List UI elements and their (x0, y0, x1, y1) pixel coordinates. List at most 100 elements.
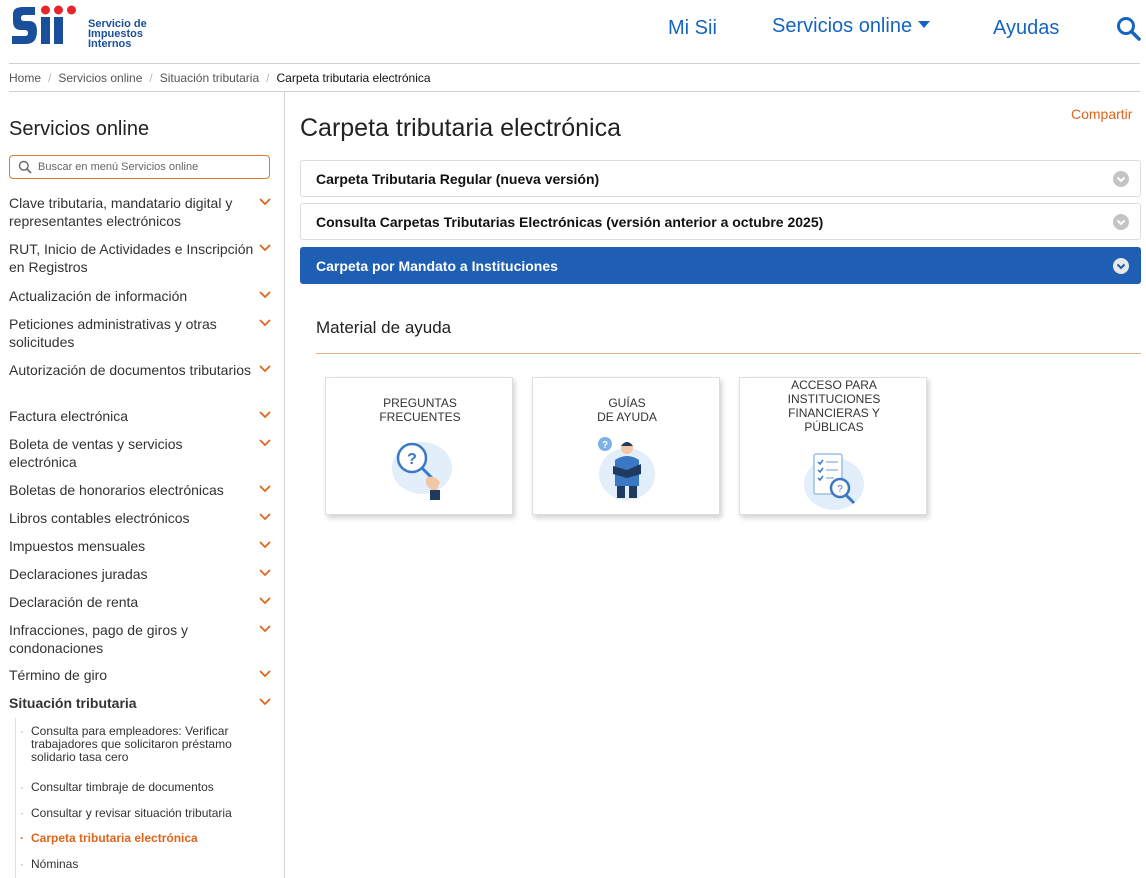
bullet-icon: · (20, 780, 24, 794)
sidebar: Servicios online Clave tributaria, manda… (0, 92, 285, 878)
chevron-down-icon (259, 670, 271, 678)
chevron-down-icon (259, 244, 271, 252)
sidebar-item-boleta-ventas[interactable]: Boleta de ventas y servicios electrónica (9, 435, 275, 471)
bullet-icon: · (20, 724, 24, 738)
subitem-consulta-empleadores[interactable]: · Consulta para empleadores: Verificar t… (20, 725, 265, 764)
nav-servicios-online-label: Servicios online (772, 15, 913, 37)
sidebar-item-label: Autorización de documentos tributarios (9, 362, 252, 378)
sidebar-item-label: Clave tributaria, mandatario digital y r… (9, 195, 233, 229)
sidebar-item-label: Declaración de renta (9, 594, 139, 610)
nav-servicios-online[interactable]: Servicios online (772, 15, 931, 38)
chevron-down-icon (259, 365, 271, 373)
sidebar-item-situacion-tributaria[interactable]: Situación tributaria (9, 694, 275, 712)
header-divider (9, 63, 1140, 64)
nav-mi-sii[interactable]: Mi Sii (668, 17, 717, 40)
sidebar-item-declaraciones-juradas[interactable]: Declaraciones juradas (9, 565, 275, 583)
subitem-consultar-situacion[interactable]: · Consultar y revisar situación tributar… (20, 807, 265, 820)
breadcrumb-situacion-tributaria[interactable]: Situación tributaria (160, 71, 259, 85)
subitem-label: Nóminas (31, 857, 79, 871)
bullet-icon: · (20, 831, 24, 845)
question-magnifier-icon: ? (392, 442, 452, 500)
card-label-line: DE AYUDA (597, 410, 657, 424)
sii-logo[interactable]: Servicio de Impuestos Internos (9, 4, 159, 52)
accordion-label: Carpeta por Mandato a Instituciones (316, 258, 558, 274)
chevron-down-icon (259, 513, 271, 521)
sidebar-item-label: RUT, Inicio de Actividades e Inscripción… (9, 241, 254, 275)
sidebar-item-label: Actualización de información (9, 288, 188, 304)
sidebar-item-declaracion-renta[interactable]: Declaración de renta (9, 593, 275, 611)
sidebar-item-label: Peticiones administrativas y otras solic… (9, 316, 217, 350)
sidebar-item-label: Impuestos mensuales (9, 538, 146, 554)
site-header: Servicio de Impuestos Internos Mi Sii Se… (0, 0, 1146, 62)
sidebar-item-rut-inicio[interactable]: RUT, Inicio de Actividades e Inscripción… (9, 240, 275, 276)
svg-text:?: ? (602, 440, 608, 451)
card-label-line: GUÍAS (608, 396, 646, 410)
sidebar-item-libros[interactable]: Libros contables electrónicos (9, 509, 275, 527)
sidebar-item-label: Situación tributaria (9, 695, 137, 711)
chevron-down-icon (259, 541, 271, 549)
chevron-down-icon (259, 698, 271, 706)
card-guias-ayuda[interactable]: GUÍAS DE AYUDA ? (532, 377, 720, 515)
sidebar-item-clave-tributaria[interactable]: Clave tributaria, mandatario digital y r… (9, 194, 275, 230)
subitem-label: Carpeta tributaria electrónica (31, 831, 198, 845)
chevron-down-icon (259, 485, 271, 493)
sidebar-item-impuestos-mensuales[interactable]: Impuestos mensuales (9, 537, 275, 555)
submenu-guide-line (15, 718, 16, 878)
search-icon (18, 160, 32, 174)
sidebar-item-label: Boletas de honorarios electrónicas (9, 482, 224, 498)
sidebar-item-peticiones[interactable]: Peticiones administrativas y otras solic… (9, 315, 275, 351)
nav-ayudas[interactable]: Ayudas (993, 17, 1059, 40)
breadcrumb-current: Carpeta tributaria electrónica (276, 71, 431, 85)
accordion-carpeta-mandato[interactable]: Carpeta por Mandato a Instituciones (300, 247, 1141, 284)
chevron-circle-down-icon (1113, 258, 1129, 274)
card-label: GUÍAS DE AYUDA (533, 396, 721, 424)
person-reading-icon: ? (598, 437, 655, 500)
card-label-line: PREGUNTAS (383, 396, 457, 410)
subitem-label: Consultar timbraje de documentos (31, 780, 214, 794)
breadcrumb-servicios-online[interactable]: Servicios online (58, 71, 142, 85)
sidebar-item-boletas-honorarios[interactable]: Boletas de honorarios electrónicas (9, 481, 275, 499)
chevron-down-icon (259, 597, 271, 605)
sidebar-item-label: Declaraciones juradas (9, 566, 148, 582)
logo-line-3: Internos (88, 38, 132, 50)
subitem-carpeta-tributaria[interactable]: · Carpeta tributaria electrónica (20, 832, 265, 845)
share-link[interactable]: Compartir (1071, 106, 1132, 122)
chevron-circle-down-icon (1113, 214, 1129, 230)
sidebar-item-autorizacion[interactable]: Autorización de documentos tributarios (9, 361, 275, 379)
chevron-down-icon (259, 291, 271, 299)
page-title: Carpeta tributaria electrónica (300, 114, 621, 142)
breadcrumb: Home / Servicios online / Situación tributar… (9, 71, 431, 85)
sidebar-item-infracciones[interactable]: Infracciones, pago de giros y condonacio… (9, 621, 275, 657)
search-button[interactable] (1115, 15, 1143, 43)
sidebar-item-factura[interactable]: Factura electrónica (9, 407, 275, 425)
accordion-label: Consulta Carpetas Tributarias Electrónic… (316, 214, 824, 230)
chevron-down-icon (259, 439, 271, 447)
sidebar-search-input[interactable] (38, 159, 263, 175)
card-preguntas-frecuentes[interactable]: PREGUNTAS FRECUENTES ? (325, 377, 513, 515)
sidebar-item-label: Término de giro (9, 667, 108, 683)
accordion-carpeta-regular[interactable]: Carpeta Tributaria Regular (nueva versió… (300, 160, 1141, 197)
subitem-consultar-timbraje[interactable]: · Consultar timbraje de documentos (20, 781, 265, 794)
chevron-down-icon (259, 625, 271, 633)
card-label-line: INSTITUCIONES (787, 392, 881, 406)
bullet-icon: · (20, 857, 24, 871)
card-label-line: FINANCIERAS Y (788, 406, 880, 420)
accordion-consulta-carpetas[interactable]: Consulta Carpetas Tributarias Electrónic… (300, 203, 1141, 240)
logo-text: Servicio de Impuestos Internos (88, 19, 147, 50)
svg-text:?: ? (407, 451, 417, 468)
subitem-nominas[interactable]: · Nóminas (20, 858, 265, 871)
sidebar-search[interactable] (9, 155, 270, 179)
subitem-label: Consulta para empleadores: Verificar tra… (31, 724, 232, 764)
breadcrumb-home[interactable]: Home (9, 71, 41, 85)
sidebar-item-actualizacion[interactable]: Actualización de información (9, 287, 275, 305)
sidebar-title: Servicios online (9, 118, 150, 140)
checklist-magnifier-icon: ? (804, 453, 864, 510)
sidebar-item-label: Libros contables electrónicos (9, 510, 190, 526)
card-label: ACCESO PARA INSTITUCIONES FINANCIERAS Y … (740, 378, 928, 434)
help-material-title: Material de ayuda (316, 318, 452, 337)
sidebar-item-label: Infracciones, pago de giros y condonacio… (9, 622, 188, 656)
sidebar-item-termino-giro[interactable]: Término de giro (9, 666, 275, 684)
card-acceso-instituciones[interactable]: ACCESO PARA INSTITUCIONES FINANCIERAS Y … (739, 377, 927, 515)
card-label-line: FRECUENTES (379, 410, 461, 424)
sidebar-item-label: Factura electrónica (9, 408, 129, 424)
